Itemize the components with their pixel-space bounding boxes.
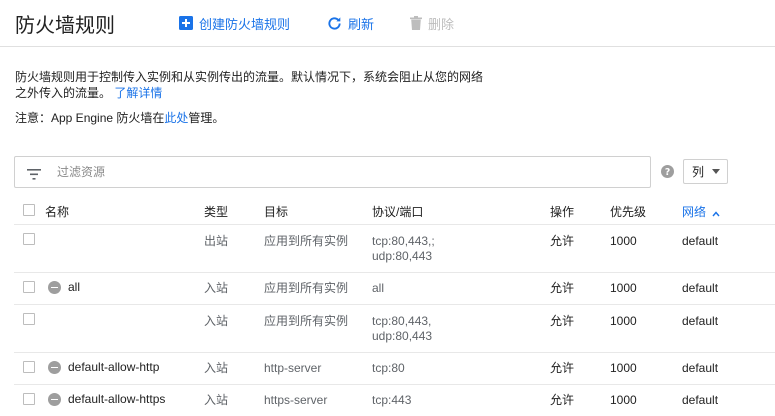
refresh-button[interactable]: 刷新 [327,13,374,33]
row-checkbox[interactable] [23,361,35,373]
create-button-label: 创建防火墙规则 [199,16,291,32]
table-row[interactable]: 入站 应用到所有实例 tcp:80,443, udp:80,443 允许 100… [14,305,775,353]
row-priority: 1000 [610,361,637,375]
table-row[interactable]: all 入站 应用到所有实例 all 允许 1000 default [14,273,775,305]
filter-icon [27,167,41,185]
row-network[interactable]: default [682,280,718,296]
row-network[interactable]: default [682,360,718,376]
table-header-row: 名称 类型 目标 协议/端口 操作 优先级 网络 [14,198,775,225]
row-name-label: default-allow-http [68,360,160,374]
row-protocol: tcp:80,443, [372,314,432,328]
learn-more-link[interactable]: 了解详情 [114,86,162,100]
row-name-label: all [68,280,81,294]
header-network[interactable]: 网络 [682,204,720,221]
header-action[interactable]: 操作 [550,204,574,220]
row-name[interactable]: all [48,280,80,294]
row-protocol-2: udp:80,443 [372,329,433,343]
row-protocol: tcp:80,443,; [372,234,435,248]
disabled-status-icon [48,280,61,294]
row-protocol: tcp:443 [372,393,412,407]
create-firewall-rule-button[interactable]: 创建防火墙规则 [179,13,290,33]
disabled-status-icon [48,360,61,374]
disabled-status-icon [48,392,61,406]
row-target: https-server [264,393,328,407]
row-target: http-server [264,361,322,375]
app-engine-firewall-link[interactable]: 此处 [164,111,188,125]
header-network-label: 网络 [682,205,707,219]
refresh-button-label: 刷新 [348,16,375,32]
row-checkbox[interactable] [23,281,35,293]
page-title: 防火墙规则 [15,15,115,37]
row-target: 应用到所有实例 [264,234,349,248]
columns-label: 列 [692,165,705,179]
row-action: 允许 [550,361,575,375]
row-action: 允许 [550,393,575,407]
header-type[interactable]: 类型 [204,204,228,220]
app-engine-note: 注意：App Engine 防火墙在此处管理。 [15,109,224,126]
delete-button[interactable]: 删除 [410,13,454,33]
page-header: 防火墙规则 创建防火墙规则 刷新 删除 [0,0,775,47]
note-suffix: 管理。 [188,111,225,125]
header-priority[interactable]: 优先级 [610,204,646,220]
columns-dropdown[interactable]: 列 [683,159,728,184]
row-checkbox[interactable] [23,313,35,325]
description: 防火墙规则用于控制传入实例和从实例传出的流量。默认情况下，系统会阻止从您的网络之… [15,69,485,101]
row-name[interactable]: default-allow-http [48,360,159,374]
sort-ascending-icon [712,205,720,221]
row-protocol-2: udp:80,443 [372,249,433,263]
row-target: 应用到所有实例 [264,314,349,328]
refresh-icon [327,16,342,31]
header-protocol[interactable]: 协议/端口 [372,204,423,220]
row-checkbox[interactable] [23,393,35,405]
row-target: 应用到所有实例 [264,281,349,295]
row-protocol: all [372,281,385,295]
svg-text:?: ? [665,167,670,178]
row-priority: 1000 [610,234,637,248]
filter-input[interactable] [57,161,637,183]
add-box-icon [179,16,193,30]
trash-icon [410,16,422,30]
filter-bar [14,156,651,188]
row-type: 出站 [204,234,229,248]
table-row[interactable]: 出站 应用到所有实例 tcp:80,443,; udp:80,443 允许 10… [14,225,775,273]
chevron-down-icon [712,169,721,174]
note-prefix: 注意：App Engine 防火墙在 [15,111,165,125]
row-type: 入站 [204,314,229,328]
row-network[interactable]: default [682,313,718,329]
row-priority: 1000 [610,393,637,407]
row-protocol: tcp:80 [372,361,405,375]
row-priority: 1000 [610,314,637,328]
description-text: 防火墙规则用于控制传入实例和从实例传出的流量。默认情况下，系统会阻止从您的网络之… [15,70,484,100]
row-network[interactable]: default [682,233,718,249]
row-action: 允许 [550,314,575,328]
row-name[interactable]: default-allow-https [48,392,165,406]
row-type: 入站 [204,361,229,375]
row-type: 入站 [204,281,229,295]
table-row[interactable]: default-allow-http 入站 http-server tcp:80… [14,353,775,385]
delete-button-label: 删除 [428,16,455,32]
select-all-checkbox[interactable] [23,204,35,216]
header-target[interactable]: 目标 [264,204,288,220]
header-name[interactable]: 名称 [45,204,69,220]
row-type: 入站 [204,393,229,407]
help-icon[interactable]: ? [661,165,674,183]
row-network[interactable]: default [682,392,718,408]
row-name-label: default-allow-https [68,392,166,406]
row-priority: 1000 [610,281,637,295]
table-row[interactable]: default-allow-https 入站 https-server tcp:… [14,385,775,416]
row-action: 允许 [550,234,575,248]
row-checkbox[interactable] [23,233,35,245]
row-action: 允许 [550,281,575,295]
